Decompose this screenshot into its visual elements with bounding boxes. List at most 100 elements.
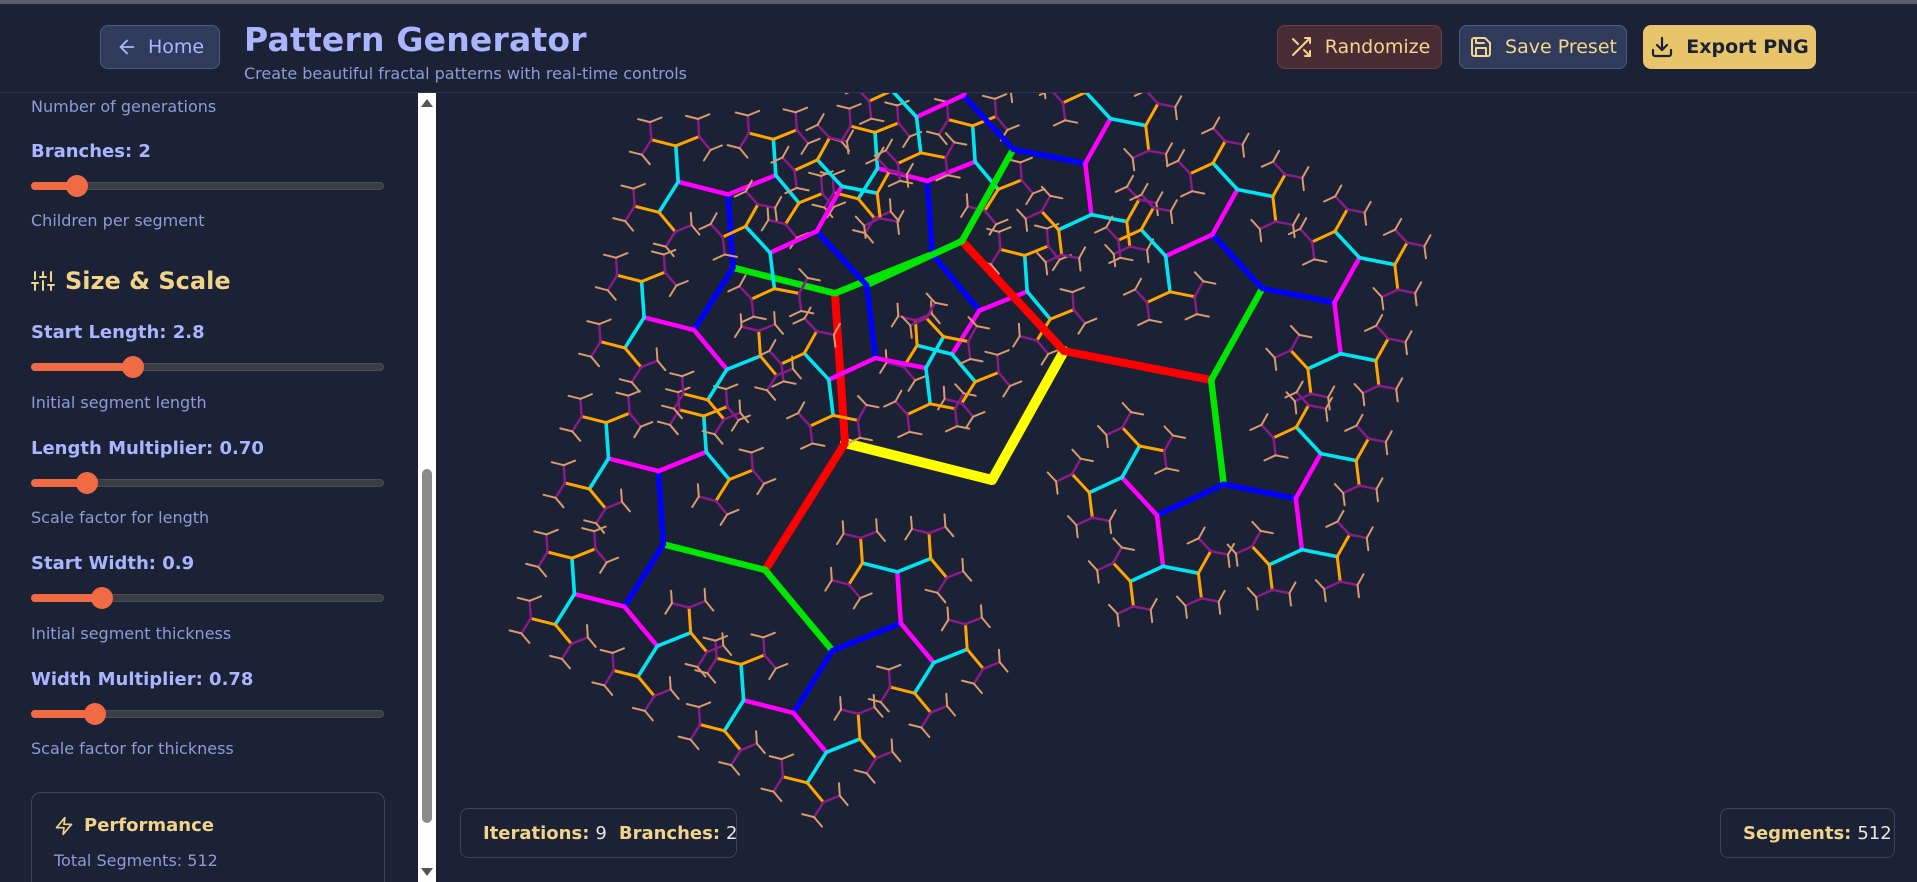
fractal-segment-gen-9	[1024, 217, 1029, 232]
controls-sidebar[interactable]: Number of generations Branches: 2 Childr…	[0, 93, 418, 882]
slider-thumb[interactable]	[76, 472, 99, 494]
fractal-segment-gen-9	[599, 561, 608, 574]
export-png-button[interactable]: Export PNG	[1643, 25, 1816, 69]
fractal-segment-gen-8	[856, 419, 862, 439]
fractal-segment-gen-9	[1148, 318, 1163, 324]
fractal-segment-gen-5	[741, 698, 796, 716]
fractal-segment-gen-4	[1259, 285, 1338, 306]
section-title-text: Size & Scale	[65, 267, 231, 295]
width-multiplier-slider[interactable]	[31, 703, 384, 725]
start-length-help: Initial segment length	[31, 393, 207, 412]
fractal-segment-gen-9	[887, 179, 901, 188]
fractal-segment-gen-9	[1342, 492, 1346, 507]
fractal-segment-gen-9	[677, 735, 692, 741]
branches-slider[interactable]	[31, 175, 384, 197]
fractal-segment-gen-8	[1234, 545, 1254, 555]
save-preset-button[interactable]: Save Preset	[1459, 25, 1627, 69]
fractal-segment-gen-7	[965, 647, 985, 671]
fractal-segment-gen-9	[1395, 388, 1399, 403]
fractal-segment-gen-9	[586, 624, 589, 639]
home-button-label: Home	[147, 36, 205, 58]
fractal-segment-gen-9	[1174, 106, 1178, 121]
fractal-segment-gen-8	[897, 314, 917, 322]
fractal-segment-gen-9	[1149, 608, 1154, 624]
fractal-segment-gen-8	[768, 349, 783, 366]
fractal-segment-gen-9	[630, 381, 641, 393]
fractal-segment-gen-8	[757, 323, 777, 333]
fractal-segment-gen-9	[1301, 166, 1310, 179]
fractal-segment-gen-9	[1249, 423, 1263, 431]
fractal-segment-gen-9	[719, 513, 729, 526]
fractal-segment-gen-6	[1267, 547, 1304, 567]
fractal-segment-gen-9	[890, 315, 900, 328]
fractal-segment-gen-9	[1186, 537, 1200, 545]
fractal-segment-gen-9	[969, 358, 984, 363]
fractal-segment-gen-8	[1184, 597, 1203, 607]
fractal-segment-gen-9	[706, 672, 717, 684]
fractal-segment-gen-9	[689, 738, 700, 751]
fractal-segment-gen-9	[786, 412, 800, 420]
scroll-down-arrow[interactable]	[421, 868, 433, 876]
slider-thumb[interactable]	[65, 175, 88, 197]
fractal-segment-gen-8	[628, 412, 643, 428]
slider-thumb[interactable]	[122, 356, 145, 378]
fractal-segment-gen-6	[570, 556, 577, 596]
fractal-segment-gen-7	[623, 346, 643, 369]
fractal-segment-gen-9	[755, 730, 758, 745]
fractal-segment-gen-7	[687, 606, 693, 635]
fractal-segment-gen-6	[839, 184, 880, 195]
fractal-segment-gen-6	[639, 279, 646, 320]
fractal-segment-gen-9	[1171, 434, 1186, 439]
fractal-segment-gen-5	[1083, 161, 1094, 217]
fractal-segment-gen-9	[681, 370, 695, 378]
length-multiplier-slider[interactable]	[31, 472, 384, 494]
fractal-segment-gen-9	[697, 701, 712, 708]
fractal-segment-gen-8	[562, 464, 567, 485]
fractal-segment-gen-9	[824, 579, 833, 592]
fractal-segment-gen-9	[583, 519, 598, 525]
fractal-segment-gen-9	[545, 528, 559, 536]
fractal-segment-gen-8	[724, 387, 729, 408]
fractal-segment-gen-5	[898, 620, 936, 665]
fractal-segment-gen-7	[896, 151, 923, 165]
fractal-segment-gen-9	[1177, 149, 1186, 162]
home-button[interactable]: Home	[100, 25, 220, 69]
fractal-segment-gen-8	[738, 131, 751, 150]
fractal-segment-gen-9	[1112, 537, 1123, 549]
fractal-segment-gen-8	[1193, 295, 1198, 316]
fractal-segment-gen-9	[836, 532, 845, 546]
fractal-segment-gen-9	[1325, 520, 1339, 528]
fractal-segment-gen-8	[1250, 529, 1262, 548]
fractal-canvas[interactable]	[437, 93, 1917, 882]
fractal-segment-gen-9	[1121, 402, 1132, 414]
scroll-up-arrow[interactable]	[421, 99, 433, 107]
fractal-segment-gen-9	[801, 813, 816, 819]
fractal-segment-gen-3	[863, 237, 966, 289]
fractal-segment-gen-9	[1119, 256, 1134, 262]
start-length-slider[interactable]	[31, 356, 384, 378]
fractal-segment-gen-7	[604, 411, 631, 425]
fractal-segment-gen-9	[811, 203, 826, 209]
fractal-segment-gen-9	[962, 570, 973, 582]
fractal-segment-gen-9	[542, 493, 557, 499]
start-width-slider[interactable]	[31, 587, 384, 609]
fractal-segment-gen-8	[763, 653, 777, 670]
fractal-segment-gen-8	[1200, 597, 1220, 603]
sidebar-scrollbar[interactable]	[418, 93, 436, 882]
fractal-segment-gen-7	[1196, 571, 1203, 600]
fractal-segment-gen-6	[704, 450, 732, 482]
fractal-segment-gen-6	[895, 556, 933, 574]
slider-thumb[interactable]	[90, 587, 113, 609]
fractal-segment-gen-9	[946, 606, 950, 621]
fractal-segment-gen-7	[797, 192, 824, 205]
fractal-segment-gen-9	[859, 592, 873, 599]
fractal-segment-gen-9	[1423, 234, 1432, 248]
fractal-segment-gen-8	[1071, 290, 1075, 311]
fractal-segment-gen-8	[598, 322, 602, 343]
randomize-button[interactable]: Randomize	[1277, 25, 1442, 69]
slider-thumb[interactable]	[83, 703, 106, 725]
scrollbar-thumb[interactable]	[422, 469, 432, 823]
fractal-segment-gen-8	[1145, 301, 1151, 322]
fractal-canvas-area[interactable]: Iterations: 9 Branches: 2 Segments: 512	[437, 93, 1917, 882]
fractal-segment-gen-9	[603, 684, 614, 696]
